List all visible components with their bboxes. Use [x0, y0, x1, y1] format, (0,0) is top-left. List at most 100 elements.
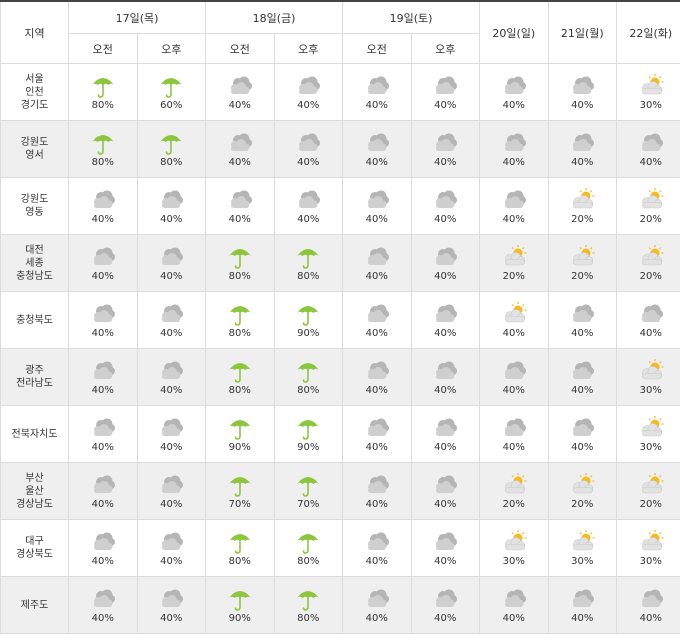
precipitation-probability: 40% — [92, 499, 114, 510]
precipitation-probability: 30% — [640, 442, 662, 453]
cloudy-icon — [363, 415, 391, 441]
precipitation-probability: 20% — [571, 214, 593, 225]
pm-header: 오후 — [274, 34, 343, 64]
cloudy-icon — [431, 244, 459, 270]
forecast-cell: 40% — [548, 121, 617, 178]
cloudy-icon — [89, 187, 117, 213]
cloudy-icon — [89, 415, 117, 441]
cloudy-icon — [157, 187, 185, 213]
forecast-cell: 40% — [206, 121, 275, 178]
forecast-cell: 30% — [617, 349, 680, 406]
forecast-cell: 40% — [137, 577, 206, 634]
forecast-cell: 40% — [69, 463, 138, 520]
cloudy-icon — [89, 529, 117, 555]
precipitation-probability: 40% — [297, 100, 319, 111]
precipitation-probability: 30% — [503, 556, 525, 567]
cloudy-icon — [500, 130, 528, 156]
region-cell: 광주전라남도 — [1, 349, 69, 406]
forecast-cell: 70% — [206, 463, 275, 520]
precipitation-probability: 40% — [503, 613, 525, 624]
precipitation-probability: 90% — [229, 442, 251, 453]
region-name-line: 경상북도 — [1, 548, 68, 561]
forecast-cell: 80% — [206, 349, 275, 406]
pm-header: 오후 — [137, 34, 206, 64]
forecast-cell: 80% — [274, 349, 343, 406]
precipitation-probability: 20% — [503, 499, 525, 510]
precipitation-probability: 80% — [297, 271, 319, 282]
forecast-cell: 40% — [480, 292, 549, 349]
partly-cloudy-icon — [500, 301, 528, 327]
precipitation-probability: 80% — [297, 613, 319, 624]
umbrella-icon — [294, 529, 322, 555]
forecast-cell: 20% — [548, 235, 617, 292]
precipitation-probability: 30% — [640, 100, 662, 111]
precipitation-probability: 90% — [229, 613, 251, 624]
table-row: 서울인천경기도80%60%40%40%40%40%40%40%30% — [1, 64, 680, 121]
cloudy-icon — [363, 472, 391, 498]
forecast-cell: 40% — [137, 463, 206, 520]
cloudy-icon — [431, 529, 459, 555]
precipitation-probability: 40% — [434, 556, 456, 567]
forecast-cell: 20% — [548, 178, 617, 235]
forecast-cell: 20% — [548, 463, 617, 520]
precipitation-probability: 40% — [160, 613, 182, 624]
precipitation-probability: 20% — [571, 499, 593, 510]
region-cell: 서울인천경기도 — [1, 64, 69, 121]
forecast-cell: 40% — [411, 577, 480, 634]
region-cell: 제주도 — [1, 577, 69, 634]
precipitation-probability: 40% — [229, 157, 251, 168]
forecast-cell: 40% — [343, 292, 412, 349]
forecast-cell: 40% — [411, 292, 480, 349]
cloudy-icon — [363, 586, 391, 612]
forecast-cell: 40% — [411, 349, 480, 406]
forecast-cell: 40% — [206, 178, 275, 235]
precipitation-probability: 40% — [160, 328, 182, 339]
forecast-cell: 40% — [480, 406, 549, 463]
forecast-cell: 40% — [343, 121, 412, 178]
forecast-cell: 40% — [69, 292, 138, 349]
forecast-cell: 40% — [69, 235, 138, 292]
precipitation-probability: 20% — [640, 214, 662, 225]
precipitation-probability: 70% — [297, 499, 319, 510]
cloudy-icon — [431, 415, 459, 441]
precipitation-probability: 40% — [434, 328, 456, 339]
cloudy-icon — [294, 187, 322, 213]
cloudy-icon — [363, 130, 391, 156]
forecast-cell: 60% — [137, 64, 206, 121]
cloudy-icon — [568, 130, 596, 156]
forecast-cell: 20% — [480, 463, 549, 520]
precipitation-probability: 40% — [366, 613, 388, 624]
forecast-cell: 40% — [69, 520, 138, 577]
umbrella-icon — [294, 358, 322, 384]
precipitation-probability: 40% — [92, 442, 114, 453]
partly-cloudy-icon — [637, 244, 665, 270]
forecast-cell: 40% — [411, 121, 480, 178]
region-cell: 전북자치도 — [1, 406, 69, 463]
region-name-line: 서울 — [1, 73, 68, 86]
forecast-cell: 80% — [137, 121, 206, 178]
precipitation-probability: 40% — [92, 385, 114, 396]
forecast-cell: 40% — [480, 349, 549, 406]
region-name-line: 부산 — [1, 472, 68, 485]
cloudy-icon — [568, 358, 596, 384]
precipitation-probability: 60% — [160, 100, 182, 111]
precipitation-probability: 40% — [434, 214, 456, 225]
precipitation-probability: 40% — [366, 157, 388, 168]
cloudy-icon — [226, 73, 254, 99]
cloudy-icon — [568, 301, 596, 327]
forecast-cell: 40% — [343, 64, 412, 121]
forecast-cell: 40% — [343, 463, 412, 520]
precipitation-probability: 40% — [640, 328, 662, 339]
weather-forecast-table: 지역 17일(목) 18일(금) 19일(토) 20일(일) 21일(월) 22… — [0, 0, 680, 634]
cloudy-icon — [431, 187, 459, 213]
cloudy-icon — [294, 130, 322, 156]
precipitation-probability: 80% — [160, 157, 182, 168]
forecast-cell: 90% — [274, 292, 343, 349]
cloudy-icon — [568, 73, 596, 99]
am-header: 오전 — [69, 34, 138, 64]
forecast-cell: 40% — [137, 292, 206, 349]
partly-cloudy-icon — [568, 529, 596, 555]
forecast-cell: 80% — [274, 235, 343, 292]
partly-cloudy-icon — [500, 529, 528, 555]
forecast-cell: 80% — [206, 235, 275, 292]
